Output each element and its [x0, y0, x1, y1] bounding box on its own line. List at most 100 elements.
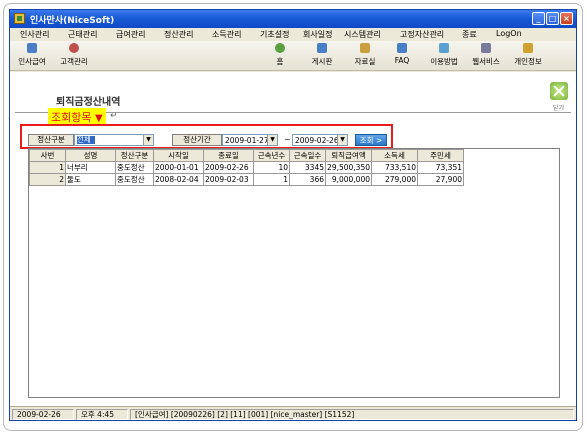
menu-exit[interactable]: 종료	[462, 29, 477, 40]
chevron-down-icon[interactable]: ▼	[267, 135, 277, 145]
menu-company-schedule[interactable]: 회사일정	[303, 29, 332, 40]
type-select-value: 전체	[77, 136, 95, 144]
cell-name: 둘도	[65, 173, 116, 186]
archive-icon	[360, 43, 370, 53]
cell-type: 중도정산	[115, 173, 154, 186]
period-label: 정산기간	[172, 134, 222, 146]
title-bar: 인사만사(NiceSoft) _ □ ×	[10, 10, 576, 28]
minimize-button[interactable]: _	[532, 12, 545, 25]
cell-days: 3345	[289, 161, 326, 174]
result-grid: 사번 성명 정산구분 시작일 종료일 근속년수 근속일수 퇴직급여액 소득세 주…	[28, 148, 560, 398]
toolbar-label: 고객관리	[60, 57, 88, 66]
toolbar-label: FAQ	[394, 56, 410, 65]
column-header[interactable]: 정산구분	[115, 149, 154, 162]
menu-system[interactable]: 시스템관리	[344, 29, 381, 40]
home-icon	[275, 43, 285, 53]
date-to-field[interactable]: 2009-02-26 ▼	[292, 134, 348, 146]
date-range-separator: ~	[284, 135, 291, 144]
date-to-value: 2009-02-26	[295, 136, 339, 145]
web-service-icon	[481, 43, 491, 53]
app-icon	[14, 13, 25, 24]
menu-income[interactable]: 소득관리	[212, 29, 241, 40]
toolbar-payroll-button[interactable]: 인사급여	[10, 43, 54, 69]
annotation-arrow: ▼	[94, 113, 103, 124]
maximize-button[interactable]: □	[546, 12, 559, 25]
date-from-field[interactable]: 2009-01-27 ▼	[222, 134, 278, 146]
cell-end-date: 2009-02-03	[203, 173, 254, 186]
annotation-text: 조회항목	[51, 111, 92, 124]
query-button[interactable]: 조회 >	[355, 134, 387, 146]
toolbar-label: 개인정보	[514, 57, 542, 66]
toolbar-web-service-button[interactable]: 웹서비스	[464, 43, 508, 69]
status-time: 오후 4:45	[76, 409, 128, 420]
column-header[interactable]: 시작일	[153, 149, 204, 162]
guide-icon	[439, 43, 449, 53]
cell-start-date: 2008-02-04	[153, 173, 204, 186]
board-icon	[317, 43, 327, 53]
menu-bar: 인사관리 근태관리 급여관리 정산관리 소득관리 기초설정 회사일정 시스템관리…	[10, 28, 576, 41]
toolbar-faq-button[interactable]: FAQ	[380, 43, 424, 69]
app-window: 인사만사(NiceSoft) _ □ × 인사관리 근태관리 급여관리 정산관리…	[9, 9, 577, 421]
cell-severance: 29,500,350	[325, 161, 372, 174]
cell-resident-tax: 73,351	[417, 161, 464, 174]
status-session-info: [인사급여] [20090226] [2] [11] [001] [nice_m…	[130, 409, 574, 420]
page-title: 퇴직금정산내역	[56, 97, 121, 108]
toolbar: 인사급여 고객관리 홈 게시판 자료실 FAQ 이용방법 웹서비스 개인정보	[10, 41, 576, 71]
toolbar-home-button[interactable]: 홈	[258, 43, 302, 69]
cell-end-date: 2009-02-26	[203, 161, 254, 174]
toolbar-customer-button[interactable]: 고객관리	[52, 43, 96, 69]
cell-severance: 9,000,000	[325, 173, 372, 186]
column-header[interactable]: 성명	[65, 149, 116, 162]
cell-days: 366	[289, 173, 326, 186]
date-from-value: 2009-01-27	[225, 136, 269, 145]
cell-emp-no: 1	[29, 161, 66, 174]
toolbar-personal-info-button[interactable]: 개인정보	[506, 43, 550, 69]
column-header[interactable]: 주민세	[417, 149, 464, 162]
faq-icon	[397, 43, 407, 53]
window-close-button[interactable]: ×	[560, 12, 573, 25]
status-date: 2009-02-26	[12, 409, 74, 420]
column-header[interactable]: 사번	[29, 149, 66, 162]
cell-start-date: 2000-01-01	[153, 161, 204, 174]
menu-settlement[interactable]: 정산관리	[164, 29, 193, 40]
toolbar-label: 웹서비스	[472, 57, 500, 66]
menu-logon[interactable]: LogOn	[496, 29, 522, 38]
chevron-down-icon[interactable]: ▼	[143, 135, 153, 145]
column-header[interactable]: 근속일수	[289, 149, 326, 162]
cell-type: 중도정산	[115, 161, 154, 174]
personal-info-icon	[523, 43, 533, 53]
menu-hr[interactable]: 인사관리	[20, 29, 49, 40]
table-row[interactable]: 1 너부리 중도정산 2000-01-01 2009-02-26 10 3345…	[29, 161, 464, 174]
main-content: 퇴직금정산내역 닫기 조회항목 ▼ ↵ 정산구분 전체 ▼ 정산기간 2009-…	[10, 72, 576, 406]
cell-income-tax: 733,510	[371, 161, 418, 174]
cell-years: 1	[253, 173, 290, 186]
type-label: 정산구분	[28, 134, 74, 146]
cell-emp-no: 2	[29, 173, 66, 186]
customer-icon	[69, 43, 79, 53]
column-header[interactable]: 퇴직급여액	[325, 149, 372, 162]
column-header[interactable]: 근속년수	[253, 149, 290, 162]
status-bar: 2009-02-26 오후 4:45 [인사급여] [20090226] [2]…	[10, 406, 576, 420]
column-header[interactable]: 종료일	[203, 149, 254, 162]
cell-income-tax: 279,000	[371, 173, 418, 186]
toolbar-board-button[interactable]: 게시판	[300, 43, 344, 69]
cell-resident-tax: 27,900	[417, 173, 464, 186]
column-header[interactable]: 소득세	[371, 149, 418, 162]
toolbar-label: 홈	[276, 57, 284, 66]
cell-years: 10	[253, 161, 290, 174]
menu-fixed-assets[interactable]: 고정자산관리	[400, 29, 444, 40]
type-select[interactable]: 전체 ▼	[74, 134, 154, 146]
menu-payroll[interactable]: 급여관리	[116, 29, 145, 40]
table-header-row: 사번 성명 정산구분 시작일 종료일 근속년수 근속일수 퇴직급여액 소득세 주…	[29, 149, 464, 162]
chevron-down-icon[interactable]: ▼	[337, 135, 347, 145]
menu-attendance[interactable]: 근태관리	[68, 29, 97, 40]
toolbar-label: 이용방법	[430, 57, 458, 66]
return-mark: ↵	[110, 111, 118, 121]
result-table: 사번 성명 정산구분 시작일 종료일 근속년수 근속일수 퇴직급여액 소득세 주…	[29, 149, 464, 186]
menu-base-settings[interactable]: 기초설정	[260, 29, 289, 40]
toolbar-guide-button[interactable]: 이용방법	[422, 43, 466, 69]
toolbar-label: 인사급여	[18, 57, 46, 66]
close-icon[interactable]	[550, 82, 568, 100]
cell-name: 너부리	[65, 161, 116, 174]
table-row[interactable]: 2 둘도 중도정산 2008-02-04 2009-02-03 1 366 9,…	[29, 173, 464, 186]
